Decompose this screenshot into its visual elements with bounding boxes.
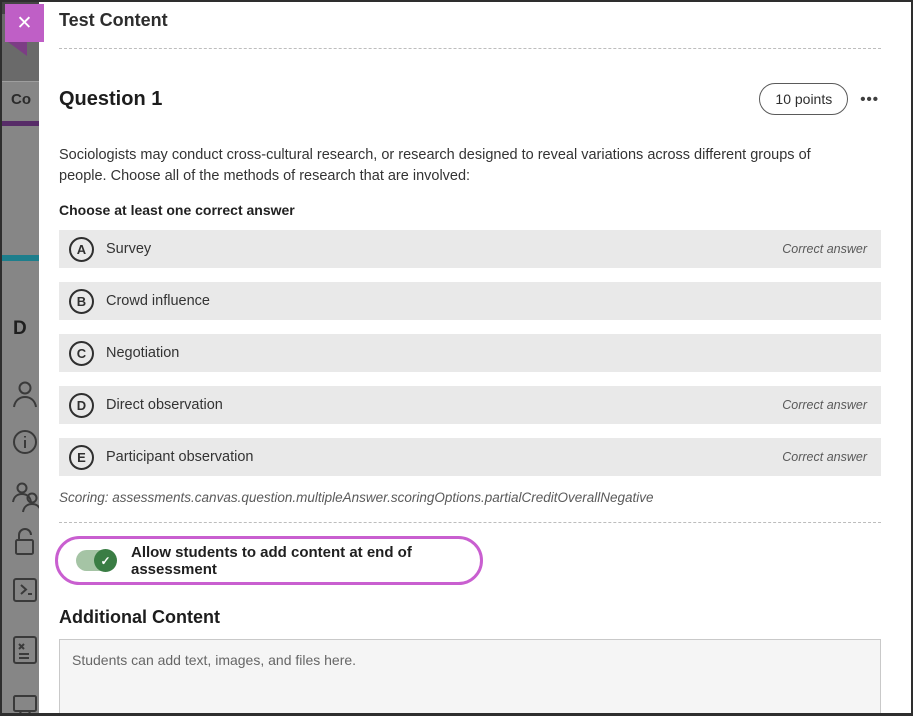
answer-option-b[interactable]: B Crowd influence <box>59 282 881 320</box>
annotation-highlight-ring: ✓ Allow students to add content at end o… <box>55 536 483 585</box>
option-letter-badge: A <box>69 237 94 262</box>
details-actions-partial: D <box>13 318 27 340</box>
active-tab-underline <box>2 121 39 126</box>
question-header: Question 1 10 points ••• <box>59 83 881 115</box>
question-heading: Question 1 <box>59 88 759 111</box>
check-icon: ✓ <box>94 549 117 572</box>
points-button[interactable]: 10 points <box>759 83 848 115</box>
answer-option-d[interactable]: D Direct observation Correct answer <box>59 386 881 424</box>
option-label: Direct observation <box>106 397 782 413</box>
close-icon: ✕ <box>17 12 33 35</box>
correct-answer-status: Correct answer <box>782 242 867 256</box>
screenshot-frame: Co D <box>0 0 913 716</box>
person-icon <box>11 379 37 409</box>
correct-answer-status: Correct answer <box>782 450 867 464</box>
option-letter-badge: D <box>69 393 94 418</box>
background-page-strip: Co D <box>2 2 39 713</box>
option-label: Participant observation <box>106 449 782 465</box>
option-label: Crowd influence <box>106 293 867 309</box>
answer-options-list: A Survey Correct answer B Crowd influenc… <box>59 230 881 476</box>
divider <box>2 81 39 82</box>
lock-icon <box>11 527 38 559</box>
screen-icon <box>11 692 39 713</box>
info-icon <box>11 428 39 456</box>
divider <box>59 522 881 523</box>
choose-instruction: Choose at least one correct answer <box>59 202 881 218</box>
test-content-panel: Test Content Question 1 10 points ••• So… <box>39 2 911 713</box>
code-block-icon <box>11 576 38 603</box>
correct-answer-status: Correct answer <box>782 398 867 412</box>
scoring-info: Scoring: assessments.canvas.question.mul… <box>59 490 881 505</box>
calculator-icon <box>11 634 39 666</box>
additional-content-heading: Additional Content <box>59 607 881 628</box>
answer-option-a[interactable]: A Survey Correct answer <box>59 230 881 268</box>
option-label: Negotiation <box>106 345 867 361</box>
question-prompt: Sociologists may conduct cross-cultural … <box>59 145 849 187</box>
additional-content-input[interactable] <box>59 639 881 713</box>
option-letter-badge: E <box>69 445 94 470</box>
tab-content-partial: Co <box>11 91 31 108</box>
panel-title: Test Content <box>59 10 881 31</box>
answer-option-c[interactable]: C Negotiation <box>59 334 881 372</box>
allow-student-content-toggle[interactable]: ✓ <box>76 550 116 571</box>
toggle-label: Allow students to add content at end of … <box>131 544 480 578</box>
option-letter-badge: C <box>69 341 94 366</box>
option-letter-badge: B <box>69 289 94 314</box>
group-icon <box>11 480 39 514</box>
answer-option-e[interactable]: E Participant observation Correct answer <box>59 438 881 476</box>
question-menu-button[interactable]: ••• <box>858 87 881 112</box>
option-label: Survey <box>106 241 782 257</box>
close-panel-button[interactable]: ✕ <box>5 4 44 42</box>
divider <box>59 48 881 49</box>
course-banner-edge <box>2 255 39 261</box>
